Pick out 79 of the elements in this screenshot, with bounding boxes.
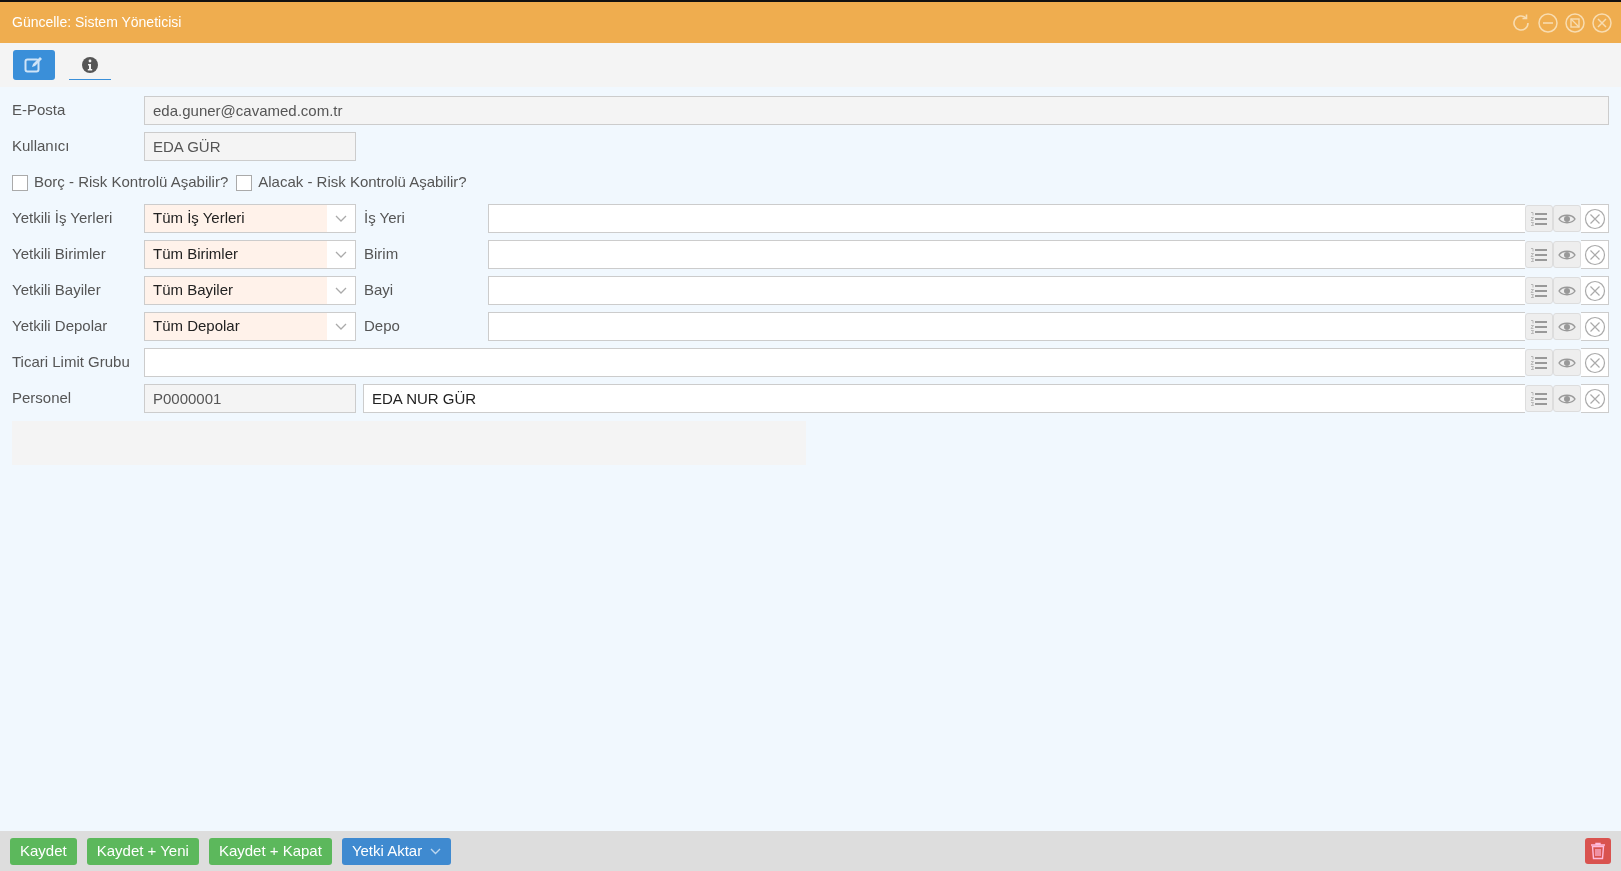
numbered-list-icon	[1530, 282, 1548, 299]
text-field[interactable]: EDA GÜR	[144, 132, 356, 161]
minimize-icon[interactable]	[1537, 11, 1559, 34]
view-button[interactable]	[1553, 205, 1581, 232]
checkbox-label: Alacak - Risk Kontrolü Aşabilir?	[258, 172, 467, 193]
numbered-list-icon	[1530, 210, 1548, 227]
delete-button[interactable]	[1585, 838, 1611, 864]
field-label: Depo	[363, 316, 401, 337]
clear-button[interactable]	[1581, 348, 1609, 377]
clear-icon	[1583, 243, 1606, 266]
clear-button[interactable]	[1581, 276, 1609, 305]
list-button[interactable]	[1525, 277, 1553, 304]
chevron-down-icon	[335, 287, 347, 294]
lookup-field[interactable]	[488, 240, 1525, 269]
eye-icon	[1558, 392, 1576, 405]
code-field[interactable]: P0000001	[144, 384, 356, 413]
view-button[interactable]	[1553, 313, 1581, 340]
field-label: Birim	[363, 244, 400, 265]
close-icon[interactable]	[1591, 11, 1613, 34]
field-label: Yetkili Depolar	[12, 316, 109, 337]
checkbox-label: Borç - Risk Kontrolü Aşabilir?	[34, 172, 229, 193]
clear-button[interactable]	[1581, 240, 1609, 269]
numbered-list-icon	[1530, 354, 1548, 371]
list-button[interactable]	[1525, 349, 1553, 376]
caret-icon	[430, 847, 442, 855]
field-label: Yetkili Bayiler	[12, 280, 102, 301]
lookup-field[interactable]: EDA NUR GÜR	[363, 384, 1525, 413]
list-button[interactable]	[1525, 313, 1553, 340]
view-button[interactable]	[1553, 241, 1581, 268]
window-title: Güncelle: Sistem Yöneticisi	[12, 13, 182, 32]
numbered-list-icon	[1530, 390, 1548, 407]
clear-icon	[1583, 315, 1606, 338]
dropdown[interactable]: Tüm Bayiler	[144, 276, 356, 305]
checkbox[interactable]	[236, 174, 253, 191]
clear-icon	[1583, 279, 1606, 302]
field-label: İş Yeri	[363, 208, 406, 229]
dropdown-button[interactable]: Yetki Aktar	[341, 837, 452, 865]
list-button[interactable]	[1525, 205, 1553, 232]
view-button[interactable]	[1553, 385, 1581, 412]
field-label: E-Posta	[12, 100, 67, 121]
field-label: Bayi	[363, 280, 395, 301]
trash-icon	[1590, 842, 1606, 860]
numbered-list-icon	[1530, 318, 1548, 335]
restore-icon[interactable]	[1564, 11, 1586, 34]
lookup-field[interactable]	[488, 312, 1525, 341]
clear-button[interactable]	[1581, 312, 1609, 341]
clear-icon	[1583, 387, 1606, 410]
clear-button[interactable]	[1581, 384, 1609, 413]
lookup-field[interactable]	[488, 204, 1525, 233]
text-field[interactable]: eda.guner@cavamed.com.tr	[144, 96, 1609, 125]
dropdown[interactable]: Tüm Birimler	[144, 240, 356, 269]
numbered-list-icon	[1530, 246, 1548, 263]
field-label: Kullanıcı	[12, 136, 71, 157]
eye-icon	[1558, 248, 1576, 261]
checkbox[interactable]	[12, 174, 28, 191]
eye-icon	[1558, 212, 1576, 225]
field-label: Ticari Limit Grubu	[12, 352, 131, 373]
chevron-down-icon	[335, 215, 347, 222]
info-icon	[81, 55, 99, 74]
field-label: Yetkili Birimler	[12, 244, 107, 265]
eye-icon	[1558, 284, 1576, 297]
eye-icon	[1558, 356, 1576, 369]
eye-icon	[1558, 320, 1576, 333]
field-label: Personel	[12, 388, 73, 409]
list-button[interactable]	[1525, 385, 1553, 412]
list-button[interactable]	[1525, 241, 1553, 268]
field-label: Yetkili İş Yerleri	[12, 208, 114, 229]
edit-icon	[24, 56, 44, 74]
dropdown[interactable]: Tüm İş Yerleri	[144, 204, 356, 233]
clear-icon	[1583, 207, 1606, 230]
lookup-field[interactable]	[488, 276, 1525, 305]
clear-icon	[1583, 351, 1606, 374]
clear-button[interactable]	[1581, 204, 1609, 233]
view-button[interactable]	[1553, 349, 1581, 376]
dropdown[interactable]: Tüm Depolar	[144, 312, 356, 341]
chevron-down-icon	[335, 251, 347, 258]
view-button[interactable]	[1553, 277, 1581, 304]
chevron-down-icon	[335, 323, 347, 330]
lookup-field[interactable]	[144, 348, 1525, 377]
